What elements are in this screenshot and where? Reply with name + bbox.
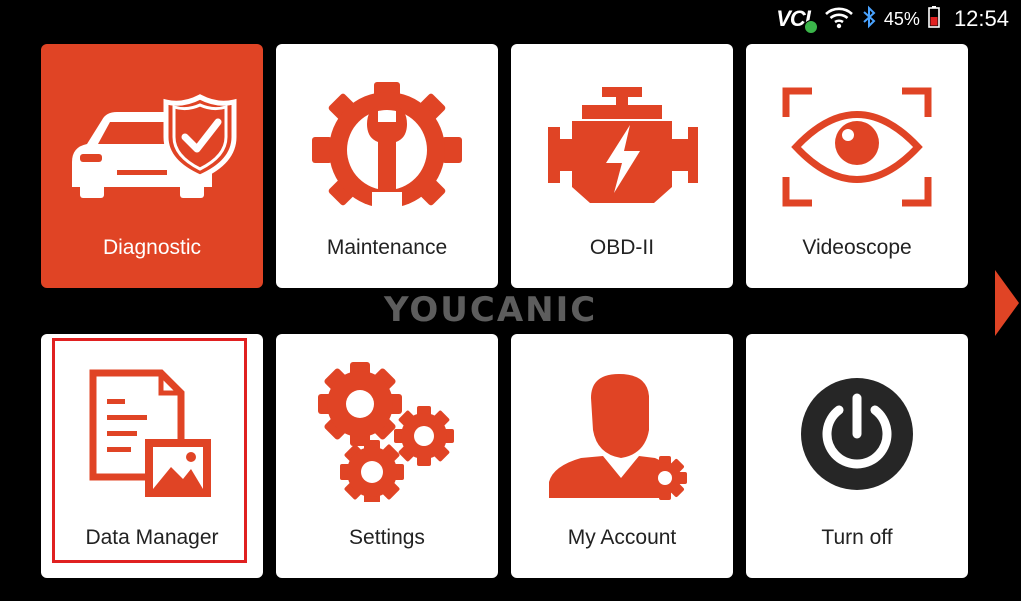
tile-label: My Account xyxy=(567,526,677,549)
tile-my-account[interactable]: My Account xyxy=(511,334,733,578)
watermark: YOUCANIC xyxy=(384,290,598,330)
tile-label: Diagnostic xyxy=(102,236,202,259)
tile-videoscope[interactable]: Videoscope xyxy=(746,44,968,288)
tile-label: Settings xyxy=(349,526,425,549)
status-bar: VCI 45% 12:54 xyxy=(776,0,1021,38)
tile-obd2[interactable]: OBD-II xyxy=(511,44,733,288)
battery-icon xyxy=(928,5,940,33)
documents-image-icon xyxy=(41,369,263,532)
vci-connected-icon: VCI xyxy=(776,6,818,34)
gears-icon xyxy=(276,362,498,532)
tile-label: OBD-II xyxy=(589,236,655,259)
tile-label: Turn off xyxy=(821,526,893,549)
bluetooth-icon xyxy=(862,5,876,34)
tile-settings[interactable]: Settings xyxy=(276,334,498,578)
user-gear-icon xyxy=(511,372,733,532)
tile-label: Data Manager xyxy=(85,526,219,549)
tile-turn-off[interactable]: Turn off xyxy=(746,334,968,578)
tile-data-manager[interactable]: Data Manager xyxy=(41,334,263,578)
tile-label: Videoscope xyxy=(802,236,912,259)
car-shield-icon xyxy=(41,82,263,242)
power-icon xyxy=(746,372,968,532)
gear-wrench-icon xyxy=(276,82,498,242)
clock: 12:54 xyxy=(953,6,1009,31)
tile-diagnostic[interactable]: Diagnostic xyxy=(41,44,263,288)
next-page-arrow-icon[interactable] xyxy=(991,268,1021,338)
tile-label: Maintenance xyxy=(326,236,448,259)
wifi-icon xyxy=(824,5,854,34)
eye-scope-icon xyxy=(746,82,968,242)
engine-icon xyxy=(511,82,733,242)
tile-maintenance[interactable]: Maintenance xyxy=(276,44,498,288)
battery-percent: 45% xyxy=(883,8,920,29)
